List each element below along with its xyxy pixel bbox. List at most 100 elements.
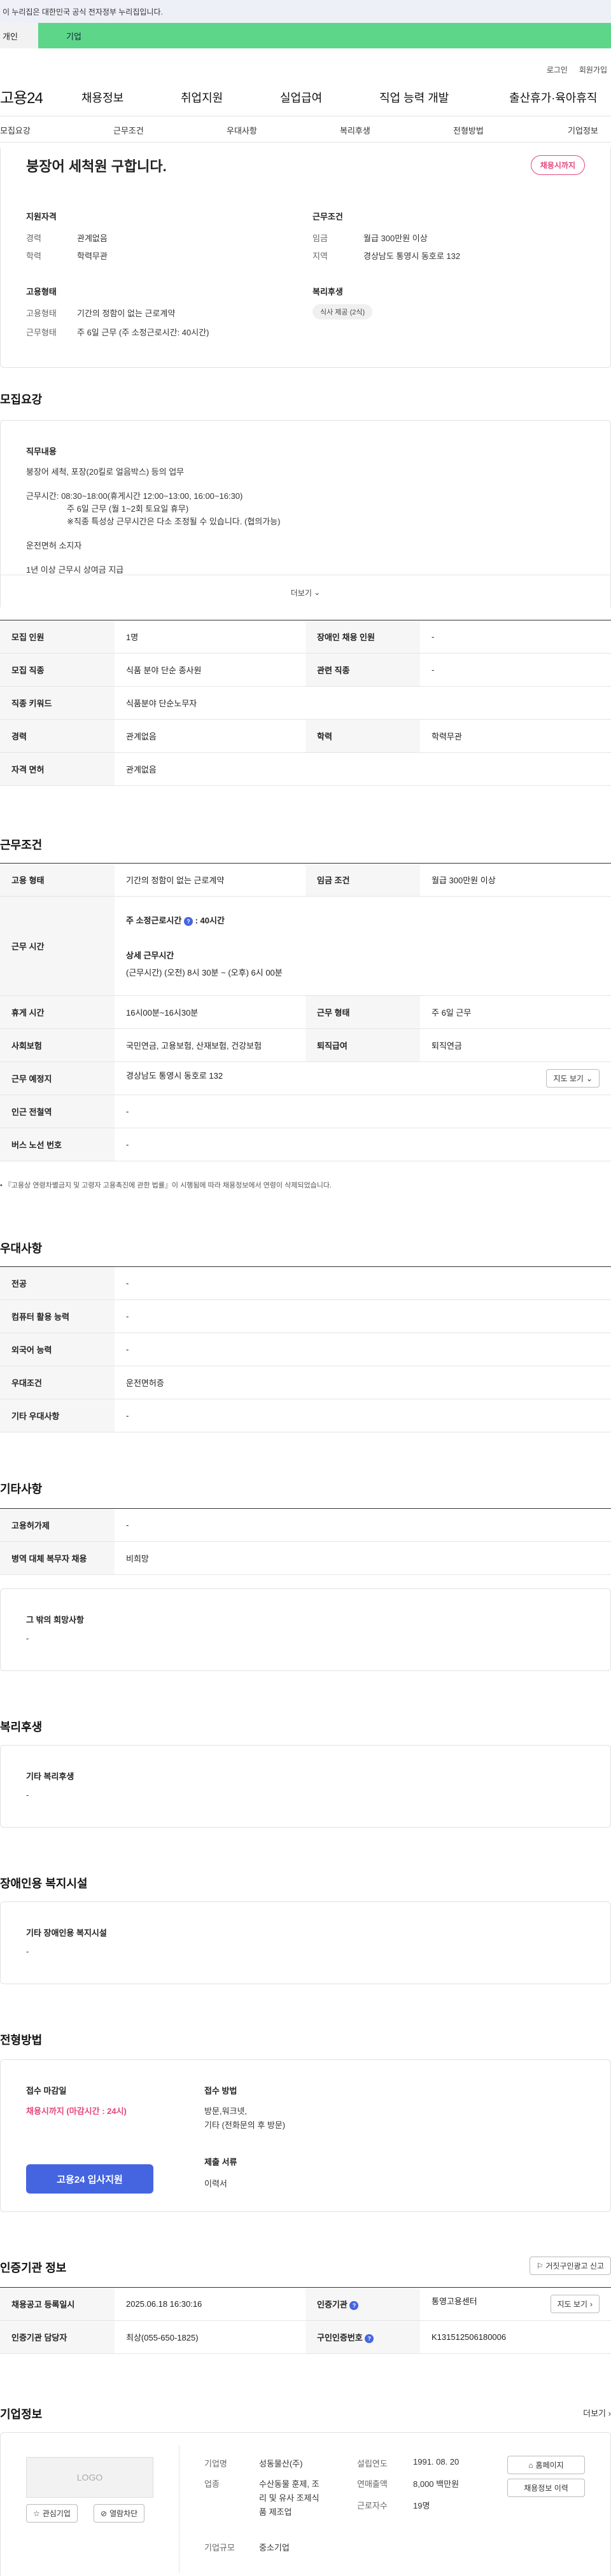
table-row: 근무 시간 주 소정근로시간 ? : 40시간 상세 근무시간 (근무시간) (…: [0, 896, 611, 996]
staff-label: 근로자수: [357, 2501, 388, 2510]
table-row: 고용 형태 기간의 정함이 없는 근로계약 임금 조건 월급 300만원 이상: [0, 863, 611, 897]
agency-table: 채용공고 등록일시 2025.06.18 16:30:16 인증기관 ? 통영고…: [0, 2287, 611, 2354]
company-more-label: 더보기: [583, 2409, 607, 2418]
tab-company[interactable]: 기업정보: [568, 124, 598, 136]
welfare-chip: 식사 제공 (2식): [313, 304, 373, 319]
agency-map-button[interactable]: 지도 보기 ›: [550, 2295, 600, 2313]
etc-table: 고용허가제 - 병역 대체 복무자 채용 비희망: [0, 1508, 611, 1575]
table-cell: 1명: [115, 620, 306, 654]
age-notice-text: 『고용상 연령차별금지 및 고령자 고용촉진에 관한 법률』이 시행됨에 따라 …: [4, 1182, 332, 1189]
table-cell: -: [115, 1399, 611, 1432]
detail-hours-title: 상세 근무시간: [126, 951, 174, 960]
recruit-table: 모집 인원 1명 장애인 채용 인원 - 모집 직종 식품 분야 단순 종사원 …: [0, 620, 611, 786]
signup-link[interactable]: 회원가입: [579, 64, 607, 75]
recruit-history-button[interactable]: 채용정보 이력: [507, 2479, 585, 2497]
place-value: 경상남도 통영시 동호로 132: [126, 1071, 223, 1081]
table-row: 버스 노선 번호 -: [0, 1128, 611, 1161]
help-icon[interactable]: ?: [349, 2300, 359, 2310]
tab-preferences[interactable]: 우대사항: [227, 124, 257, 136]
tab-company[interactable]: 기업: [38, 23, 611, 48]
disab-box: 기타 장애인용 복지시설 -: [0, 1901, 611, 1984]
gnb-training[interactable]: 직업 능력 개발: [379, 89, 449, 106]
section-tabs: 모집요강 근무조건 우대사항 복리후생 전형방법 기업정보: [0, 116, 611, 143]
company-name-label: 기업명: [204, 2459, 227, 2468]
more-button[interactable]: 더보기 ⌄: [1, 575, 610, 610]
table-row: 모집 직종 식품 분야 단순 종사원 관련 직종 -: [0, 653, 611, 687]
table-cell: -: [115, 1128, 611, 1161]
tab-conditions[interactable]: 근무조건: [113, 124, 144, 136]
qual-heading: 지원자격: [26, 212, 57, 221]
table-cell: 식품분야 단순노무자: [115, 686, 611, 720]
duty-line: 운전면허 소지자: [26, 541, 82, 550]
duty-line: 근무시간: 08:30~18:00(휴게시간 12:00~13:00, 16:0…: [26, 491, 243, 501]
help-icon[interactable]: ?: [183, 916, 193, 926]
table-cell: -: [115, 1266, 611, 1300]
welfare-box-value: -: [26, 1790, 29, 1800]
table-row: 경력 관계없음 학력 학력무관: [0, 719, 611, 753]
chevron-right-icon: ›: [608, 2409, 611, 2418]
welfare-title: 복리후생: [0, 1721, 43, 1733]
table-cell: -: [115, 1299, 611, 1333]
table-row: 사회보험 국민연금, 고용보험, 산재보험, 건강보험 퇴직급여 퇴직연금: [0, 1028, 611, 1062]
table-header: 전공: [0, 1266, 115, 1300]
map-view-button[interactable]: 지도 보기 ⌄: [546, 1069, 600, 1088]
block-view-button[interactable]: ⊘ 열람차단: [94, 2504, 145, 2523]
deadline-value: 채용시까지 (마감시간 : 24시): [26, 2106, 127, 2116]
table-header: 컴퓨터 활용 능력: [0, 1299, 115, 1333]
docs-heading: 제출 서류: [204, 2157, 237, 2167]
report-fake-ad-button[interactable]: ⚐ 거짓구인광고 신고: [529, 2257, 611, 2275]
duty-line: 주 6일 근무 (월 1~2회 토요일 휴무): [67, 504, 189, 514]
duty-line: 1년 이상 근무시 상여금 지급: [26, 565, 124, 575]
table-row: 인근 전철역 -: [0, 1095, 611, 1128]
detail-hours-value: (근무시간) (오전) 8시 30분 ~ (오후) 6시 00분: [126, 968, 283, 977]
work-table: 고용 형태 기간의 정함이 없는 근로계약 임금 조건 월급 300만원 이상 …: [0, 863, 611, 1161]
disab-title: 장애인용 복지시설: [0, 1877, 88, 1890]
gnb-parental-leave[interactable]: 출산휴가·육아휴직: [509, 89, 597, 106]
table-cell: 기간의 정함이 없는 근로계약: [115, 863, 306, 897]
pref-title: 우대사항: [0, 1242, 43, 1255]
gnb-unemployment[interactable]: 실업급여: [280, 89, 322, 106]
scale-label: 기업규모: [204, 2543, 235, 2552]
cond-region-value: 경상남도 통영시 동호로 132: [363, 251, 461, 261]
table-header: 모집 직종: [0, 653, 115, 687]
table-header: 채용공고 등록일시: [0, 2287, 115, 2321]
table-cell: 운전면허증: [115, 1366, 611, 1399]
table-row: 기타 우대사항 -: [0, 1399, 611, 1432]
industry-line: 수산동물 훈제, 조: [259, 2479, 320, 2489]
work-title: 근무조건: [0, 839, 43, 851]
apply-button[interactable]: 고용24 입사지원: [26, 2164, 153, 2194]
table-header: 퇴직급여: [306, 1028, 420, 1062]
scale-value: 중소기업: [259, 2543, 290, 2552]
interest-company-button[interactable]: ☆ 관심기업: [26, 2504, 78, 2523]
process-title: 전형방법: [0, 2034, 43, 2047]
site-logo[interactable]: 고용24: [0, 85, 43, 108]
other-wish-box: 그 밖의 희망사항 -: [0, 1588, 611, 1671]
founded-label: 설립연도: [357, 2459, 388, 2468]
company-logo: LOGO: [26, 2457, 153, 2498]
table-cell: 국민연금, 고용보험, 산재보험, 건강보험: [115, 1028, 306, 1062]
gov-banner: 이 누리집은 대한민국 공식 전자정부 누리집입니다.: [0, 0, 611, 23]
chevron-down-icon: ⌄: [586, 1074, 593, 1083]
tab-recruit[interactable]: 모집요강: [0, 124, 31, 136]
tab-welfare[interactable]: 복리후생: [340, 124, 370, 136]
table-cell: 경상남도 통영시 동호로 132 지도 보기 ⌄: [115, 1061, 611, 1095]
tab-process[interactable]: 전형방법: [453, 124, 484, 136]
star-icon: ☆: [33, 2509, 40, 2518]
tab-personal[interactable]: 개인: [0, 23, 38, 48]
block-icon: ⊘: [101, 2509, 108, 2518]
gnb-jobs[interactable]: 채용정보: [81, 89, 123, 106]
company-title: 기업정보: [0, 2408, 43, 2421]
duty-line: 붕장어 세척, 포장(20킬로 얼음박스) 등의 업무: [26, 467, 185, 477]
company-box: LOGO ☆ 관심기업 ⊘ 열람차단 기업명 성동물산(주) 업종 수산동물 훈제,…: [0, 2432, 611, 2576]
login-link[interactable]: 로그인: [547, 64, 568, 75]
help-icon[interactable]: ?: [365, 2334, 374, 2343]
table-row: 고용허가제 -: [0, 1508, 611, 1542]
homepage-button[interactable]: ⌂ 홈페이지: [507, 2456, 585, 2474]
gnb-employment-support[interactable]: 취업지원: [181, 89, 223, 106]
table-header: 근무 시간: [0, 896, 115, 996]
util-links: 로그인 회원가입: [0, 48, 611, 75]
cond-region-label: 지역: [313, 251, 328, 261]
company-more-link[interactable]: 더보기 ›: [583, 2407, 611, 2419]
table-header: 모집 인원: [0, 620, 115, 654]
job-title: 붕장어 세척원 구합니다.: [26, 158, 167, 174]
